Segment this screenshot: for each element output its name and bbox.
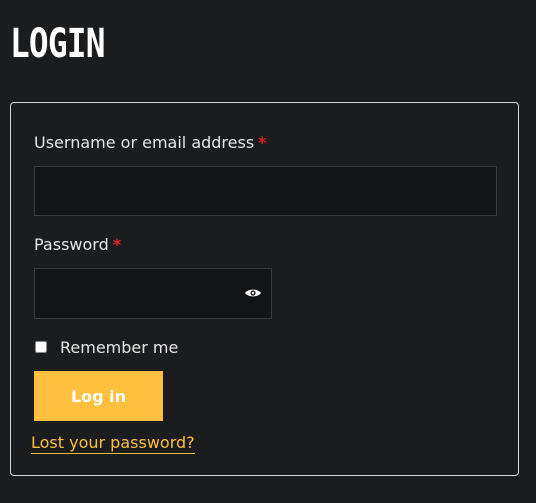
remember-me-checkbox[interactable] (35, 341, 47, 353)
page-title: LOGIN (10, 21, 105, 67)
username-label: Username or email address * (34, 133, 267, 152)
remember-me-row: Remember me (34, 337, 178, 357)
login-page: LOGIN Username or email address * Passwor… (0, 0, 536, 503)
password-input[interactable] (34, 268, 272, 319)
password-label: Password * (34, 235, 121, 254)
username-input[interactable] (34, 166, 497, 216)
password-field-wrapper (34, 268, 272, 319)
remember-me-label[interactable]: Remember me (60, 338, 178, 357)
username-label-text: Username or email address (34, 133, 255, 152)
show-password-toggle[interactable] (242, 283, 264, 303)
lost-password-link[interactable]: Lost your password? (31, 433, 195, 454)
eye-icon (245, 289, 261, 297)
password-label-text: Password (34, 235, 109, 254)
login-button[interactable]: Log in (34, 371, 163, 421)
password-required-mark: * (112, 235, 122, 254)
login-form: Username or email address * Password * Rem… (10, 102, 519, 476)
username-required-mark: * (258, 133, 267, 152)
